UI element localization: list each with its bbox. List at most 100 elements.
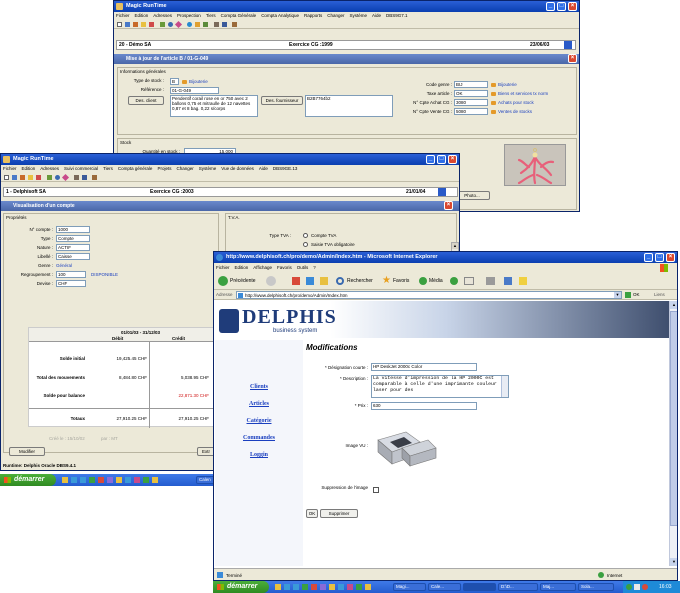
maximize-button[interactable]: □ [437,155,446,164]
menu-item[interactable]: Changer [176,166,193,171]
diamond-icon[interactable] [61,173,70,182]
quicklaunch-icon[interactable] [125,477,131,483]
tray-icon[interactable] [626,584,632,590]
quicklaunch-icon[interactable] [320,584,326,590]
description-field[interactable]: La vitesse d'impression de la HP 2000C e… [371,375,509,398]
group-field[interactable]: 100 [56,271,86,278]
ok-button[interactable]: OK [306,509,318,518]
minimize-button[interactable]: _ [426,155,435,164]
book-icon[interactable] [20,175,25,180]
menu-item[interactable]: Outils [297,265,309,270]
edit-icon[interactable] [125,22,130,27]
menu-item[interactable]: Prospection [177,13,201,18]
scroll-thumb[interactable] [670,311,677,526]
menu-item[interactable]: Compta générale [118,166,153,171]
delete-button[interactable]: Supprimer [320,509,358,518]
nav-link-clients[interactable]: Clients [215,384,303,390]
tray-icon[interactable] [642,584,648,590]
dropdown-arrow-icon[interactable]: ▼ [614,292,621,298]
quicklaunch-icon[interactable] [116,477,122,483]
quicklaunch-icon[interactable] [143,477,149,483]
scroll-down-icon[interactable]: ▼ [670,558,677,566]
menu-item[interactable]: Aide [259,166,268,171]
short-desc-field[interactable]: HP DeskJet 2000c Color [371,363,477,371]
type-field[interactable]: Compte [56,235,90,242]
search-icon[interactable] [336,277,344,285]
quicklaunch-icon[interactable] [356,584,362,590]
minimize-button[interactable]: _ [644,253,653,262]
group-link[interactable]: DISPONIBLE [91,272,118,277]
menu-item[interactable]: Tiers [206,13,216,18]
menu-item[interactable]: Projets [157,166,171,171]
nav-link-category[interactable]: Catégorie [215,418,303,424]
desc-client-field[interactable]: Pendentif corail rose en or 750 avec 2 b… [170,95,258,117]
menu-item[interactable]: Tiers [103,166,113,171]
menu-item[interactable]: Compta Générale [221,13,257,18]
media-icon[interactable] [419,277,427,285]
messenger-icon[interactable] [519,277,527,285]
mail-icon[interactable] [464,277,474,285]
quicklaunch-icon[interactable] [329,584,335,590]
menu-item[interactable]: Vue de données [221,166,254,171]
favorites-button[interactable]: Favoris [393,278,409,284]
nature-field[interactable]: ACTIF [56,244,90,251]
forward-icon[interactable] [266,276,276,286]
taskbar-item[interactable]: Maj... [540,583,576,591]
go-icon[interactable] [625,292,631,298]
grid-icon[interactable] [222,22,227,27]
desc-client-button[interactable]: Des. client [128,96,164,105]
sales-account-link[interactable]: Ventes de stocks [491,109,532,114]
address-field[interactable]: http://www.delphisoft.ch/pro/demo/Admin/… [236,291,622,299]
home-icon[interactable] [320,277,328,285]
calendar-icon[interactable] [438,188,446,196]
media-button[interactable]: Média [429,278,443,284]
tray-icon[interactable] [634,584,640,590]
menu-item[interactable]: Système [350,13,368,18]
label-field[interactable]: Caisse [56,253,90,260]
purchase-account-field[interactable]: 3080 [454,99,488,106]
calculator-icon[interactable] [74,175,79,180]
start-button[interactable]: démarrer [0,474,56,486]
modify-button[interactable]: Modifier [9,447,45,456]
menu-item[interactable]: Fichier [216,265,230,270]
menu-item[interactable]: Aide [372,13,381,18]
go-button[interactable]: OK [633,292,640,297]
delete-image-checkbox[interactable] [373,487,379,493]
history-icon[interactable] [450,277,458,285]
back-icon[interactable] [218,276,228,286]
quicklaunch-icon[interactable] [311,584,317,590]
globe-icon[interactable] [187,22,192,27]
menu-item[interactable]: Edition [235,265,249,270]
quicklaunch-icon[interactable] [152,477,158,483]
quicklaunch-icon[interactable] [134,477,140,483]
nav-link-orders[interactable]: Commandes [215,435,303,441]
scroll-up-icon[interactable]: ▲ [452,243,458,249]
folder-icon[interactable] [141,22,146,27]
menu-item[interactable]: Adresses [40,166,59,171]
stop-icon[interactable] [292,277,300,285]
stock-type-link[interactable]: Bijouterie [182,79,208,84]
menu-item[interactable]: Changer [327,13,344,18]
quicklaunch-icon[interactable] [293,584,299,590]
sales-account-field[interactable]: 5080 [454,108,488,115]
new-icon[interactable] [4,175,9,180]
menu-item[interactable]: Compta Analytique [261,13,299,18]
search-icon[interactable] [168,22,173,27]
quicklaunch-icon[interactable] [338,584,344,590]
close-button[interactable]: × [568,2,577,11]
form-close-button[interactable]: × [568,54,577,63]
taskbar-item[interactable]: Magi... [393,583,426,591]
diamond-icon[interactable] [174,20,183,29]
grid-icon[interactable] [82,175,87,180]
quicklaunch-icon[interactable] [80,477,86,483]
search-icon[interactable] [55,175,60,180]
tax-field[interactable]: OK [454,90,488,97]
maximize-button[interactable]: □ [655,253,664,262]
maximize-button[interactable]: □ [557,2,566,11]
page-scrollbar[interactable]: ▲ ▼ [669,301,677,566]
links-label[interactable]: Liens [654,292,665,297]
quicklaunch-icon[interactable] [365,584,371,590]
quicklaunch-icon[interactable] [62,477,68,483]
menu-item[interactable]: Favoris [277,265,292,270]
quicklaunch-icon[interactable] [284,584,290,590]
